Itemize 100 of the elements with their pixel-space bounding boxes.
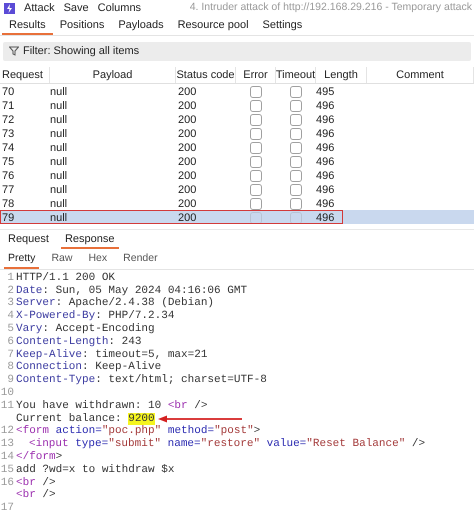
column-header[interactable]: Status code <box>176 66 236 83</box>
tab[interactable]: Request <box>4 231 53 249</box>
checkbox[interactable] <box>290 170 302 182</box>
tab[interactable]: Render <box>119 251 162 269</box>
line-number: 9 <box>6 374 15 387</box>
column-header[interactable]: Error <box>236 66 276 83</box>
code-line: You have withdrawn: 10 <br /> <box>16 400 208 413</box>
table-cell-text: 70 <box>1 85 16 100</box>
checkbox[interactable] <box>250 156 262 168</box>
code-line: add ?wd=x to withdraw $x <box>16 464 174 476</box>
table-cell-text: 496 <box>316 211 336 226</box>
tab[interactable]: Response <box>60 231 119 249</box>
line-number: 11 <box>0 400 15 413</box>
table-row[interactable]: 76 null 200 496 <box>0 168 474 182</box>
checkbox[interactable] <box>250 170 262 182</box>
line-number: 1 <box>6 272 15 285</box>
table-row[interactable]: 70 null 200 495 <box>0 84 474 98</box>
table-cell-text: 496 <box>316 197 336 212</box>
menu-item[interactable]: Save <box>64 0 89 16</box>
filter-icon <box>9 46 19 56</box>
table-cell-text: 200 <box>177 113 198 128</box>
checkbox[interactable] <box>290 184 302 196</box>
code-line: Content-Length: 243 <box>16 336 142 349</box>
menu-item[interactable]: Attack <box>24 0 55 16</box>
checkbox[interactable] <box>290 156 302 168</box>
tab[interactable]: Hex <box>84 251 112 269</box>
code-line: <form action="poc.php" method="post"> <box>16 425 260 438</box>
table-row[interactable]: 73 null 200 496 <box>0 126 474 140</box>
table-cell-text: null <box>50 127 68 142</box>
table-cell-text: null <box>50 211 68 226</box>
line-number: 10 <box>0 386 15 400</box>
code-line: Current balance: 9200 <box>16 412 155 425</box>
line-number: 5 <box>6 322 15 336</box>
column-header[interactable]: Timeout <box>276 66 316 83</box>
line-number: 4 <box>6 310 15 323</box>
table-row[interactable]: 79 null 200 496 <box>0 210 474 224</box>
table-row[interactable]: 77 null 200 496 <box>0 182 474 196</box>
code-line: <input type="submit" name="restore" value="Reset Balance" /> <box>28 438 426 451</box>
tab[interactable]: Raw <box>47 251 76 269</box>
checkbox[interactable] <box>250 198 262 210</box>
filter-bar[interactable]: Filter: Showing all items <box>3 42 471 60</box>
table-row[interactable]: 71 null 200 496 <box>0 98 474 112</box>
column-header[interactable]: Comment <box>367 66 474 83</box>
table-cell-text: null <box>50 197 68 212</box>
table-cell-text: 495 <box>316 85 336 100</box>
checkbox[interactable] <box>250 142 262 154</box>
table-cell-text: 496 <box>316 183 336 198</box>
tab[interactable]: Resource pool <box>170 16 256 34</box>
table-cell-text: 496 <box>316 113 336 128</box>
table-cell-text: null <box>50 85 68 100</box>
checkbox[interactable] <box>290 212 302 224</box>
line-number: 7 <box>6 348 15 362</box>
code-line: </form> <box>16 450 62 464</box>
checkbox[interactable] <box>290 86 302 98</box>
checkbox[interactable] <box>250 128 262 140</box>
checkbox[interactable] <box>290 114 302 126</box>
checkbox[interactable] <box>250 114 262 126</box>
table-row[interactable]: 72 null 200 496 <box>0 112 474 126</box>
window-title: 4. Intruder attack of http://192.168.29.216 - Temporary attack <box>190 0 473 16</box>
code-line: Vary: Accept-Encoding <box>16 322 155 336</box>
column-header[interactable]: Payload <box>50 66 176 83</box>
filter-label: Filter: Showing all items <box>23 44 140 59</box>
table-cell-text: 200 <box>177 127 198 142</box>
checkbox[interactable] <box>290 142 302 154</box>
tab[interactable]: Positions <box>52 16 112 34</box>
line-number: 3 <box>6 297 15 310</box>
table-cell-text: 200 <box>177 169 198 184</box>
line-number: 12 <box>0 425 15 438</box>
tab[interactable]: Settings <box>256 16 310 34</box>
line-number: 17 <box>0 502 15 513</box>
menu-item[interactable]: Columns <box>98 0 142 16</box>
checkbox[interactable] <box>250 184 262 196</box>
tab[interactable]: Pretty <box>4 251 40 269</box>
table-cell-text: 496 <box>316 155 336 170</box>
checkbox[interactable] <box>290 100 302 112</box>
checkbox[interactable] <box>250 100 262 112</box>
line-number: 2 <box>6 284 15 298</box>
code-line: Server: Apache/2.4.38 (Debian) <box>16 297 214 310</box>
table-cell-text: 79 <box>1 211 16 226</box>
checkbox[interactable] <box>290 128 302 140</box>
line-number: 15 <box>0 464 15 476</box>
table-row[interactable]: 74 null 200 496 <box>0 140 474 154</box>
code-line: Keep-Alive: timeout=5, max=21 <box>16 348 208 361</box>
column-header[interactable]: Length <box>316 66 367 83</box>
table-cell-text: 496 <box>316 99 336 114</box>
code-line: Connection: Keep-Alive <box>16 361 162 374</box>
checkbox[interactable] <box>250 212 262 224</box>
checkbox[interactable] <box>290 198 302 210</box>
column-header[interactable]: Request <box>0 66 50 83</box>
tab[interactable]: Payloads <box>111 16 171 34</box>
table-cell-text: 200 <box>177 141 198 156</box>
checkbox[interactable] <box>250 86 262 98</box>
table-cell-text: null <box>50 155 68 170</box>
table-cell-text: 200 <box>177 197 198 212</box>
table-row[interactable]: 75 null 200 496 <box>0 154 474 168</box>
code-line: Content-Type: text/html; charset=UTF-8 <box>16 374 267 387</box>
line-number: 14 <box>0 450 15 464</box>
table-row[interactable]: 78 null 200 496 <box>0 196 474 210</box>
table-cell-text: 73 <box>1 127 16 142</box>
tab[interactable]: Results <box>2 16 53 34</box>
